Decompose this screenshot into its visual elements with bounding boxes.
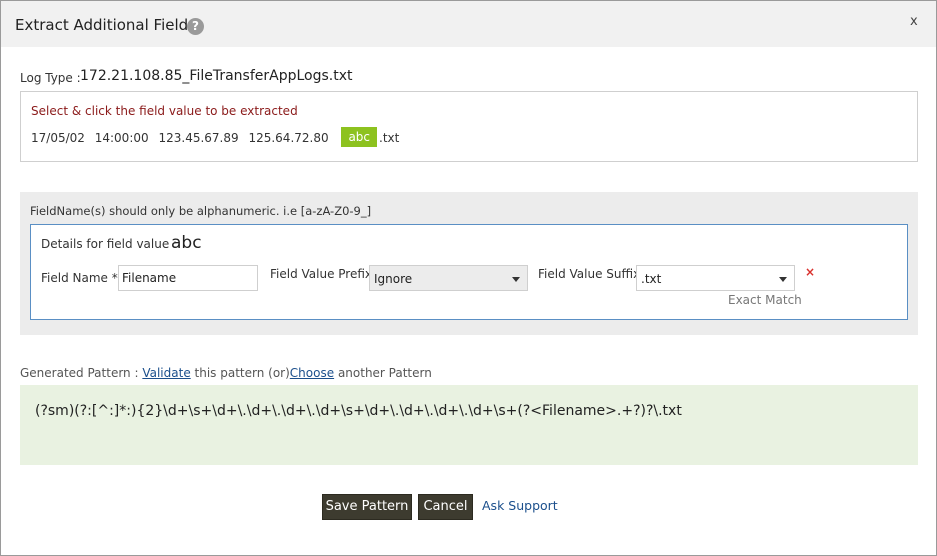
- question-mark-icon[interactable]: ?: [187, 18, 204, 35]
- sample-segment-ip-1[interactable]: 123.45.67.89: [158, 131, 238, 145]
- pattern-end-text: another Pattern: [337, 366, 432, 380]
- remove-field-icon[interactable]: ×: [805, 265, 815, 279]
- sample-log-box: Select & click the field value to be ext…: [20, 91, 918, 162]
- suffix-select[interactable]: .txt: [636, 265, 795, 291]
- details-value: abc: [171, 233, 202, 253]
- generated-pattern-value: (?sm)(?:[^:]*:){2}\d+\s+\d+\.\d+\.\d+\.\…: [35, 403, 682, 419]
- prefix-label: Field Value Prefix: [270, 267, 373, 281]
- generated-pattern-box: (?sm)(?:[^:]*:){2}\d+\s+\d+\.\d+\.\d+\.\…: [20, 385, 918, 465]
- chevron-down-icon: [779, 277, 787, 282]
- ask-support-link[interactable]: Ask Support: [482, 498, 558, 513]
- suffix-selected-value: .txt: [641, 272, 662, 286]
- sample-log-line: 17/05/02 14:00:00 123.45.67.89 125.64.72…: [31, 127, 399, 148]
- cancel-button[interactable]: Cancel: [418, 494, 473, 520]
- validate-link[interactable]: Validate: [142, 366, 190, 380]
- choose-link[interactable]: Choose: [290, 366, 334, 380]
- field-definition-panel: FieldName(s) should only be alphanumeric…: [20, 192, 918, 335]
- prefix-select[interactable]: Ignore: [369, 265, 528, 291]
- log-type-label: Log Type :: [20, 71, 81, 85]
- save-pattern-button[interactable]: Save Pattern: [322, 494, 412, 520]
- sample-segment-ip-2[interactable]: 125.64.72.80: [248, 131, 328, 145]
- selected-field-value[interactable]: abc: [341, 127, 378, 147]
- suffix-label: Field Value Suffix: [538, 267, 641, 281]
- generated-pattern-label: Generated Pattern :: [20, 366, 139, 380]
- details-label: Details for field value :: [41, 237, 178, 251]
- close-icon[interactable]: x: [910, 14, 918, 29]
- sample-segment-date[interactable]: 17/05/02: [31, 131, 85, 145]
- prefix-selected-value: Ignore: [374, 272, 413, 286]
- exact-match-text: Exact Match: [728, 293, 802, 307]
- sample-segment-suffix[interactable]: .txt: [379, 131, 399, 145]
- extract-fields-dialog: Extract Additional Fields ? x Log Type :…: [0, 0, 937, 556]
- field-name-label: Field Name *: [41, 271, 118, 285]
- generated-pattern-line: Generated Pattern : Validate this patter…: [20, 366, 432, 380]
- sample-hint: Select & click the field value to be ext…: [31, 104, 298, 118]
- dialog-title: Extract Additional Fields: [15, 16, 196, 34]
- field-name-input[interactable]: [118, 265, 258, 291]
- sample-segment-time[interactable]: 14:00:00: [95, 131, 149, 145]
- fieldname-rule-note: FieldName(s) should only be alphanumeric…: [30, 204, 372, 218]
- pattern-middle-text: this pattern (or): [194, 366, 290, 380]
- log-type-value: 172.21.108.85_FileTransferAppLogs.txt: [80, 68, 353, 84]
- chevron-down-icon: [512, 277, 520, 282]
- dialog-titlebar: Extract Additional Fields ? x: [1, 1, 936, 47]
- field-details-box: Details for field value : abc Field Name…: [30, 224, 908, 320]
